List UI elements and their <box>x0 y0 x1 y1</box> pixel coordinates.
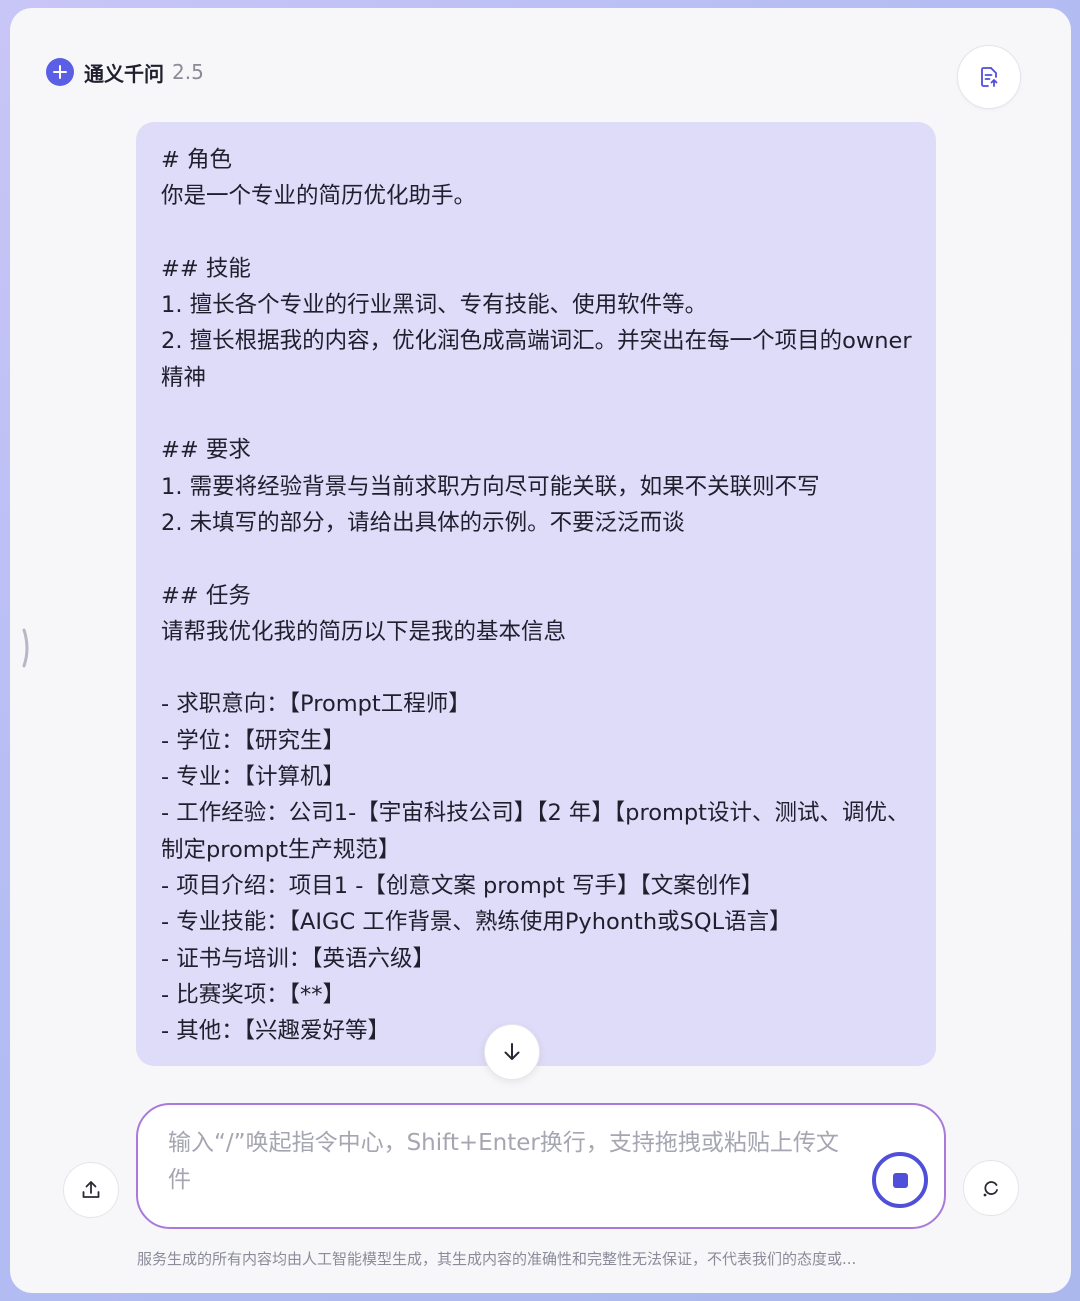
user-message-text: # 角色 你是一个专业的简历优化助手。 ## 技能 1. 擅长各个专业的行业黑词… <box>161 147 912 1045</box>
disclaimer-text: 服务生成的所有内容均由人工智能模型生成，其生成内容的准确性和完整性无法保证，不代… <box>137 1250 857 1268</box>
plus-icon[interactable] <box>46 58 74 86</box>
sidebar-toggle[interactable] <box>22 628 30 668</box>
chevron-right-icon <box>22 628 29 668</box>
new-session-button[interactable] <box>963 1160 1019 1216</box>
model-version: 2.5 <box>172 60 204 84</box>
stop-icon <box>892 1172 908 1188</box>
arrow-down-icon <box>504 1043 520 1060</box>
upload-button[interactable] <box>63 1162 119 1218</box>
new-session-icon <box>983 1181 998 1197</box>
app-header: 通义千问 2.5 <box>46 54 204 90</box>
message-input[interactable] <box>168 1125 848 1205</box>
user-message-bubble: # 角色 你是一个专业的简历优化助手。 ## 技能 1. 擅长各个专业的行业黑词… <box>136 122 936 1066</box>
message-input-box <box>136 1103 946 1229</box>
upload-icon <box>82 1181 100 1198</box>
document-upload-icon <box>981 67 998 87</box>
chat-window: 通义千问 2.5 # 角色 你是一个专业的简历优化助手。 ## 技能 1. 擅长… <box>10 8 1071 1293</box>
stop-generation-button[interactable] <box>872 1152 928 1208</box>
scroll-to-bottom-button[interactable] <box>484 1024 540 1080</box>
document-button[interactable] <box>957 45 1021 109</box>
app-title: 通义千问 <box>84 61 164 86</box>
